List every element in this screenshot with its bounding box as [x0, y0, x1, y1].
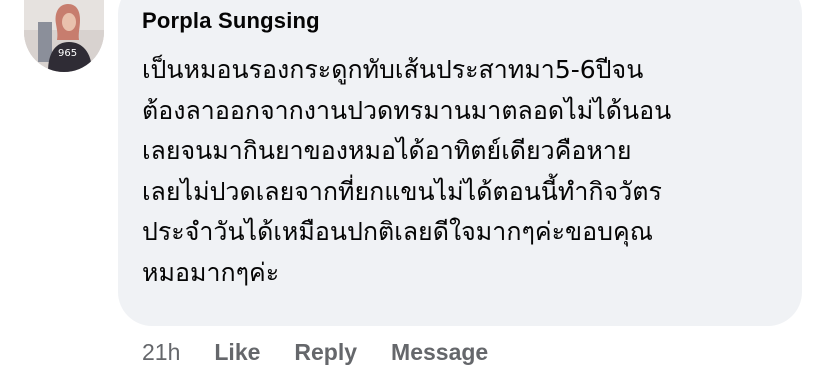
- comment-text-line: เลยไม่ปวดเลยจากที่ยกแขนไม่ได้ตอนนี้ทำกิจ…: [142, 176, 662, 206]
- message-button[interactable]: Message: [391, 339, 488, 366]
- comment-bubble: Porpla Sungsing เป็นหมอนรองกระดูกทับเส้น…: [118, 0, 802, 326]
- like-button[interactable]: Like: [214, 339, 260, 366]
- comment-text-line: ต้องลาออกจากงานปวดทรมานมาตลอดไม่ได้นอน: [142, 95, 672, 125]
- reply-button[interactable]: Reply: [294, 339, 357, 366]
- avatar-shirt-text: 965: [58, 48, 77, 59]
- comment-timestamp[interactable]: 21h: [142, 339, 180, 366]
- comment-text: เป็นหมอนรองกระดูกทับเส้นประสาทมา5-6ปีจน …: [142, 50, 792, 294]
- avatar[interactable]: 965: [24, 0, 104, 72]
- comment-text-line: หมอมากๆค่ะ: [142, 257, 280, 287]
- comment-author[interactable]: Porpla Sungsing: [142, 8, 320, 34]
- comment-actions: 21h Like Reply Message: [142, 336, 522, 368]
- comment-text-line: ประจำวันได้เหมือนปกติเลยดีใจมากๆค่ะขอบคุ…: [142, 217, 653, 247]
- profile-photo-icon: 965: [24, 0, 104, 72]
- comment-text-line: เป็นหมอนรองกระดูกทับเส้นประสาทมา5-6ปีจน: [142, 55, 644, 84]
- comment: 965 Porpla Sungsing เป็นหมอนรองกระดูกทับ…: [0, 0, 828, 382]
- comment-text-line: เลยจนมากินยาของหมอได้อาทิตย์เดียวคือหาย: [142, 136, 632, 166]
